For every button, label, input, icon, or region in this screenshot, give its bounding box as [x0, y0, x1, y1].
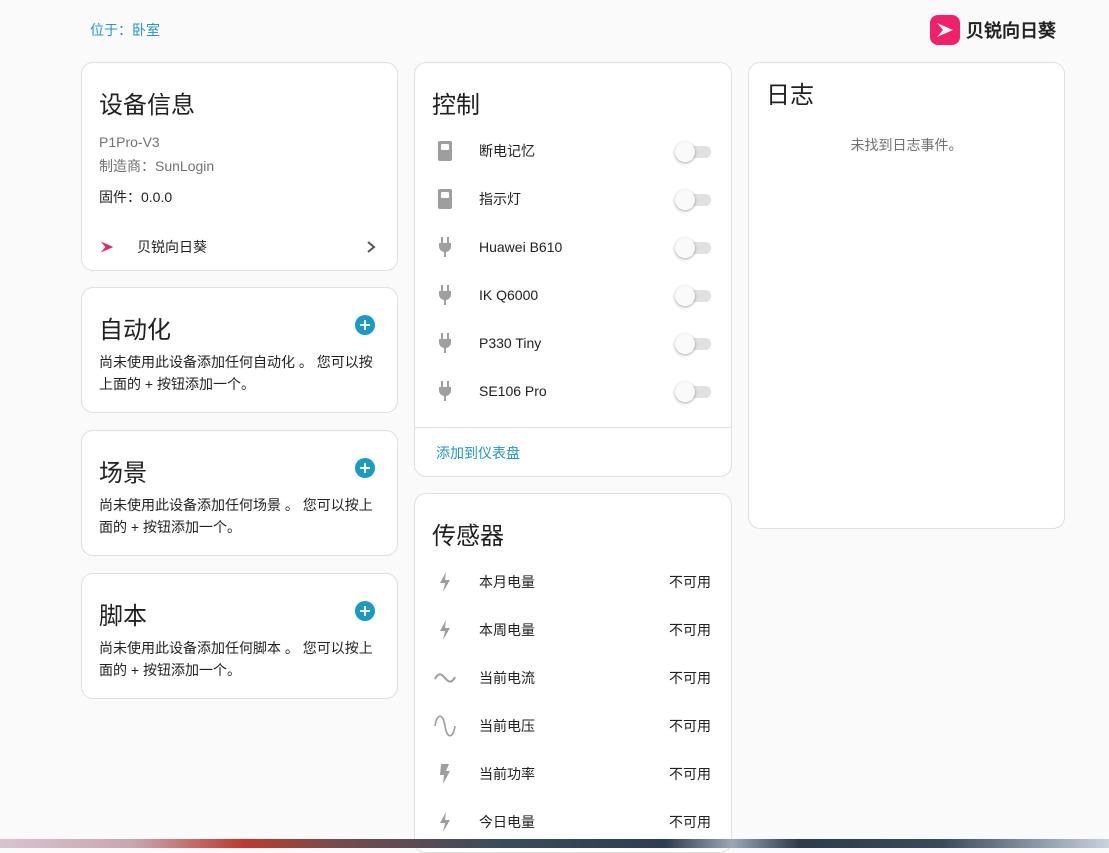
- sensor-label: 当前功率: [479, 766, 535, 782]
- device-info-title: 设备信息: [99, 92, 195, 119]
- sensors-title: 传感器: [432, 523, 504, 550]
- power-plug-icon: [433, 283, 457, 307]
- control-row: P330 Tiny: [433, 329, 711, 357]
- sensors-card: 传感器 本月电量 不可用 本周电量 不可用 当前电流 不可用 当前电压 不可用 当前功率 不可用今…: [414, 493, 732, 853]
- control-toggle[interactable]: [675, 285, 711, 306]
- logbook-title: 日志: [766, 82, 814, 109]
- sensor-value: 不可用: [669, 574, 711, 590]
- integration-name: 贝锐向日葵: [137, 239, 207, 255]
- automation-title: 自动化: [99, 317, 171, 344]
- breadcrumb-prefix: 位于：: [90, 22, 132, 38]
- sunlogin-logo-icon: [930, 15, 960, 45]
- control-toggle[interactable]: [675, 189, 711, 210]
- automation-empty-text: 尚未使用此设备添加任何自动化 。 您可以按上面的 + 按钮添加一个。: [99, 354, 373, 392]
- control-row: IK Q6000: [433, 281, 711, 309]
- plus-icon: [360, 463, 370, 473]
- breadcrumb: 位于：卧室: [90, 20, 160, 40]
- device-manufacturer: 制造商：SunLogin: [99, 158, 215, 174]
- logbook-card: 日志 未找到日志事件。: [748, 62, 1065, 529]
- sensor-label: 当前电流: [479, 670, 535, 686]
- sensor-value: 不可用: [669, 670, 711, 686]
- add-automation-button[interactable]: [355, 315, 375, 335]
- brand-name: 贝锐向日葵: [966, 21, 1056, 41]
- power-plug-icon: [433, 331, 457, 355]
- sensor-value: 不可用: [669, 718, 711, 734]
- control-row: 断电记忆: [433, 137, 711, 165]
- sensor-row[interactable]: 本月电量 不可用: [433, 568, 711, 596]
- chevron-right-icon: [367, 241, 376, 253]
- control-row: 指示灯: [433, 185, 711, 213]
- switch-icon: [433, 139, 457, 163]
- sensor-value: 不可用: [669, 814, 711, 830]
- sensor-row[interactable]: 当前电压 不可用: [433, 712, 711, 740]
- power-plug-icon: [433, 379, 457, 403]
- control-toggle[interactable]: [675, 141, 711, 162]
- sine-wave-icon: [433, 714, 457, 738]
- control-row: Huawei B610: [433, 233, 711, 261]
- sensor-label: 当前电压: [479, 718, 535, 734]
- control-label: IK Q6000: [479, 287, 539, 303]
- scene-empty-text: 尚未使用此设备添加任何场景 。 您可以按上面的 + 按钮添加一个。: [99, 497, 373, 535]
- sensor-row[interactable]: 当前电流 不可用: [433, 664, 711, 692]
- control-label: Huawei B610: [479, 239, 563, 255]
- switch-icon: [433, 187, 457, 211]
- current-ac-icon: [433, 666, 457, 690]
- lightning-icon: [433, 618, 457, 642]
- script-card: 脚本 尚未使用此设备添加任何脚本 。 您可以按上面的 + 按钮添加一个。: [81, 573, 398, 699]
- controls-card: 控制 断电记忆指示灯 Huawei B610 IK Q6000 P330 Tiny SE…: [414, 62, 732, 477]
- lightning-icon: [433, 810, 457, 834]
- integration-link[interactable]: 贝锐向日葵: [99, 235, 377, 259]
- control-label: P330 Tiny: [479, 335, 542, 351]
- logbook-empty-text: 未找到日志事件。: [850, 137, 963, 153]
- power-plug-icon: [433, 235, 457, 259]
- device-model: P1Pro-V3: [99, 134, 160, 150]
- sensor-row[interactable]: 本周电量 不可用: [433, 616, 711, 644]
- sensor-label: 本周电量: [479, 622, 535, 638]
- add-script-button[interactable]: [355, 601, 375, 621]
- automation-card: 自动化 尚未使用此设备添加任何自动化 。 您可以按上面的 + 按钮添加一个。: [81, 287, 398, 413]
- sensor-row[interactable]: 当前功率 不可用: [433, 760, 711, 788]
- sensor-value: 不可用: [669, 766, 711, 782]
- script-empty-text: 尚未使用此设备添加任何脚本 。 您可以按上面的 + 按钮添加一个。: [99, 640, 373, 678]
- control-label: SE106 Pro: [479, 383, 547, 399]
- controls-title: 控制: [432, 92, 480, 119]
- control-toggle[interactable]: [675, 381, 711, 402]
- brand-header: 贝锐向日葵: [930, 15, 1056, 45]
- control-label: 断电记忆: [479, 143, 535, 159]
- device-info-card: 设备信息 P1Pro-V3 制造商：SunLogin 固件：0.0.0 贝锐向日…: [81, 62, 398, 271]
- sensor-label: 今日电量: [479, 814, 535, 830]
- plus-icon: [360, 320, 370, 330]
- add-scene-button[interactable]: [355, 458, 375, 478]
- control-row: SE106 Pro: [433, 377, 711, 405]
- script-title: 脚本: [99, 603, 147, 630]
- taskbar-strip: [0, 839, 1109, 848]
- sensor-value: 不可用: [669, 622, 711, 638]
- scene-card: 场景 尚未使用此设备添加任何场景 。 您可以按上面的 + 按钮添加一个。: [81, 430, 398, 556]
- lightning-icon: [433, 570, 457, 594]
- plus-icon: [360, 606, 370, 616]
- sensor-row[interactable]: 今日电量 不可用: [433, 808, 711, 836]
- control-toggle[interactable]: [675, 237, 711, 258]
- control-toggle[interactable]: [675, 333, 711, 354]
- control-label: 指示灯: [479, 191, 521, 207]
- device-firmware: 固件：0.0.0: [99, 189, 173, 205]
- breadcrumb-room-link[interactable]: 卧室: [132, 22, 160, 38]
- sunlogin-small-logo-icon: [100, 241, 114, 253]
- scene-title: 场景: [99, 460, 147, 487]
- flash-icon: [433, 762, 457, 786]
- sensor-label: 本月电量: [479, 574, 535, 590]
- controls-divider: [415, 427, 731, 428]
- add-to-dashboard-button[interactable]: 添加到仪表盘: [436, 443, 520, 463]
